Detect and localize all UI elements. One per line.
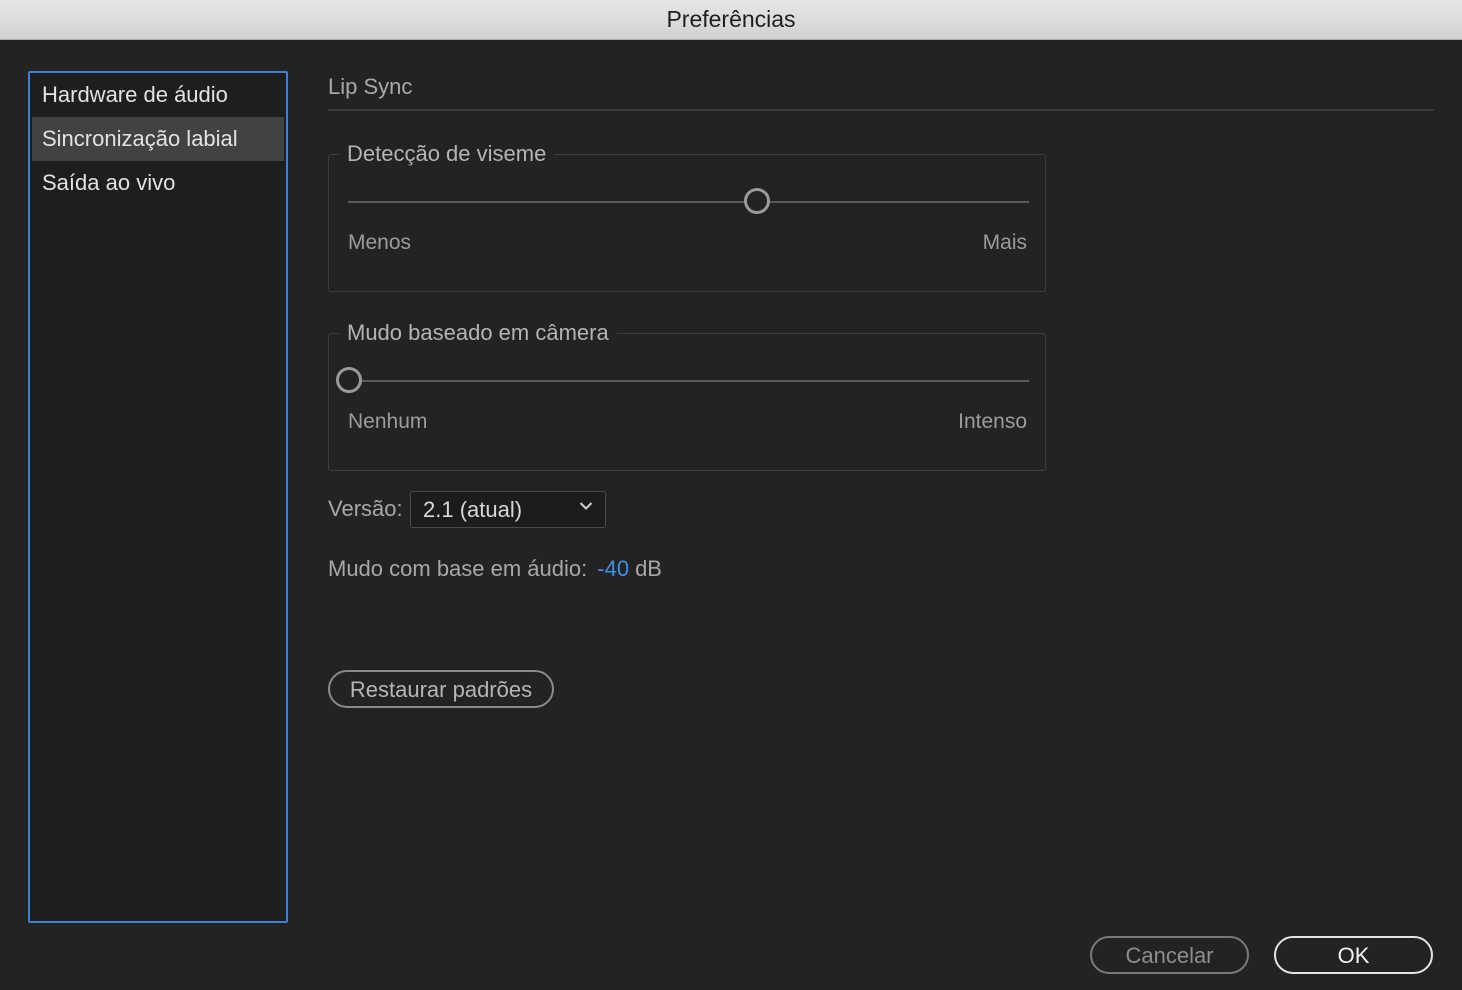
ok-button[interactable]: OK	[1274, 936, 1433, 974]
cancel-button[interactable]: Cancelar	[1090, 936, 1249, 974]
viseme-detection-label: Detecção de viseme	[339, 141, 555, 167]
restore-defaults-button[interactable]: Restaurar padrões	[328, 670, 554, 708]
camera-mute-min-label: Nenhum	[348, 410, 428, 433]
audio-mute-label: Mudo com base em áudio:	[328, 556, 588, 581]
camera-mute-label: Mudo baseado em câmera	[339, 320, 617, 346]
version-selected-value: 2.1 (atual)	[423, 497, 523, 522]
audio-mute-value[interactable]: -40	[597, 556, 629, 581]
camera-mute-slider-thumb[interactable]	[336, 367, 362, 393]
version-label: Versão:	[328, 496, 403, 521]
chevron-down-icon	[579, 502, 593, 510]
version-dropdown[interactable]: 2.1 (atual)	[410, 491, 606, 528]
section-divider	[328, 109, 1434, 111]
preferences-category-list: Hardware de áudio Sincronização labial S…	[28, 71, 288, 923]
camera-mute-slider-track[interactable]	[348, 380, 1029, 382]
sidebar-item-audio-hardware[interactable]: Hardware de áudio	[32, 73, 284, 117]
viseme-max-label: Mais	[982, 231, 1027, 254]
viseme-min-label: Menos	[348, 231, 412, 254]
viseme-slider-track[interactable]	[348, 201, 1029, 203]
window-title: Preferências	[0, 0, 1462, 40]
viseme-detection-group: Detecção de viseme Menos Mais	[328, 141, 1046, 292]
sidebar-item-live-output[interactable]: Saída ao vivo	[32, 161, 284, 205]
viseme-slider-thumb[interactable]	[743, 188, 770, 214]
audio-mute-row: Mudo com base em áudio: -40 dB	[328, 556, 662, 582]
sidebar-item-lip-sync[interactable]: Sincronização labial	[32, 117, 284, 161]
camera-mute-max-label: Intenso	[958, 410, 1027, 433]
section-title: Lip Sync	[328, 74, 413, 99]
camera-mute-group: Mudo baseado em câmera Nenhum Intenso	[328, 320, 1046, 471]
audio-mute-unit: dB	[635, 556, 662, 581]
